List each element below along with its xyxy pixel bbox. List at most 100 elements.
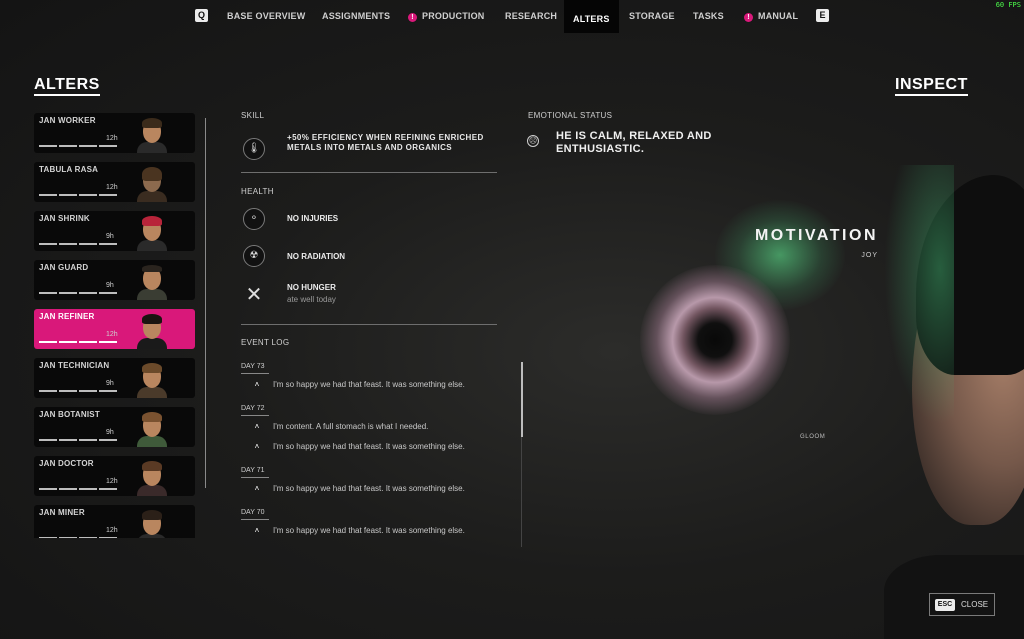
alter-card-jan-worker[interactable]: JAN WORKER 12h (34, 113, 195, 153)
alter-hours: 12h (106, 184, 118, 191)
skill-description: +50% EFFICIENCY WHEN REFINING ENRICHED M… (287, 133, 484, 152)
alter-hours: 12h (106, 135, 118, 142)
tab-assignments[interactable]: ASSIGNMENTS (322, 11, 390, 21)
emotional-status-label: EMOTIONAL STATUS (528, 111, 613, 120)
log-entry-text: I'm so happy we had that feast. It was s… (273, 380, 465, 389)
alter-card-jan-botanist[interactable]: JAN BOTANIST 9h (34, 407, 195, 447)
tab-label: RESEARCH (505, 11, 558, 21)
log-day-label: DAY 72 (241, 405, 269, 416)
alter-hours: 12h (106, 331, 118, 338)
tab-label: STORAGE (629, 11, 675, 21)
alter-hours: 9h (106, 233, 114, 240)
close-label: CLOSE (961, 600, 989, 609)
log-day-label: DAY 71 (241, 467, 269, 478)
alter-portrait (137, 264, 167, 300)
motivation-gloom-label: GLOOM (800, 434, 826, 440)
motivation-title: MOTIVATION (754, 227, 878, 244)
radiation-icon: ☢ (243, 245, 265, 267)
hunger-status: NO HUNGER (287, 283, 336, 292)
alter-name: JAN BOTANIST (39, 410, 100, 419)
face-icon: ☹ (527, 135, 539, 147)
log-entry-text: I'm content. A full stomach is what I ne… (273, 422, 429, 431)
alter-name: JAN SHRINK (39, 214, 90, 223)
tab-label: PRODUCTION (422, 11, 485, 21)
tab-manual[interactable]: ! MANUAL (744, 11, 798, 22)
alter-stat-bars (39, 243, 121, 246)
alter-name: JAN MINER (39, 508, 85, 517)
alter-stat-bars (39, 194, 121, 197)
divider (241, 324, 497, 325)
motivation-joy-label: JOY (861, 252, 878, 259)
log-entry[interactable]: ˄ I'm content. A full stomach is what I n… (241, 422, 499, 442)
alter-portrait (137, 313, 167, 349)
tab-label: ALTERS (573, 14, 610, 24)
log-day: DAY 70 (241, 504, 499, 526)
alter-name: JAN WORKER (39, 116, 96, 125)
alters-scrollbar[interactable] (205, 118, 206, 488)
alter-card-jan-guard[interactable]: JAN GUARD 9h (34, 260, 195, 300)
esc-key: ESC (935, 599, 955, 611)
health-label: HEALTH (241, 187, 274, 196)
alter-name: JAN TECHNICIAN (39, 361, 110, 370)
alter-stat-bars (39, 439, 121, 442)
chevron-up-icon: ˄ (254, 422, 260, 431)
alter-stat-bars (39, 292, 121, 295)
alter-name: JAN GUARD (39, 263, 89, 272)
alert-icon: ! (744, 13, 753, 22)
event-log-scrollbar[interactable] (521, 362, 523, 437)
log-entry[interactable]: ˄ I'm so happy we had that feast. It was … (241, 526, 499, 546)
alter-name: JAN DOCTOR (39, 459, 94, 468)
top-navigation: Q BASE OVERVIEW ASSIGNMENTS ! PRODUCTION … (0, 0, 1024, 33)
tab-label: TASKS (693, 11, 724, 21)
log-entry[interactable]: ˄ I'm so happy we had that feast. It was … (241, 484, 499, 504)
log-entry[interactable]: ˄ I'm so happy we had that feast. It was … (241, 442, 499, 462)
bandage-icon: ⚬ (243, 208, 265, 230)
alter-portrait (137, 460, 167, 496)
tab-label: BASE OVERVIEW (227, 11, 306, 21)
alter-card-jan-technician[interactable]: JAN TECHNICIAN 9h (34, 358, 195, 398)
tab-research[interactable]: RESEARCH (505, 11, 557, 21)
tab-alters[interactable]: ALTERS (564, 0, 619, 33)
tab-label: MANUAL (758, 11, 799, 21)
alter-hours: 9h (106, 380, 114, 387)
tab-production[interactable]: ! PRODUCTION (408, 11, 485, 22)
alter-hours: 12h (106, 478, 118, 485)
prev-tab-key[interactable]: Q (195, 9, 208, 22)
next-tab-key[interactable]: E (816, 9, 829, 22)
log-entry-text: I'm so happy we had that feast. It was s… (273, 484, 465, 493)
thermometer-icon: 🌡 (243, 138, 265, 160)
alter-stat-bars (39, 341, 121, 344)
alter-card-jan-shrink[interactable]: JAN SHRINK 9h (34, 211, 195, 251)
radiation-status: NO RADIATION (287, 252, 346, 261)
alter-card-tabula-rasa[interactable]: TABULA RASA 12h (34, 162, 195, 202)
alter-hours: 9h (106, 429, 114, 436)
alter-portrait (137, 411, 167, 447)
log-entry-text: I'm so happy we had that feast. It was s… (273, 526, 465, 535)
alter-stat-bars (39, 145, 121, 148)
tab-storage[interactable]: STORAGE (629, 11, 675, 21)
alter-card-jan-miner[interactable]: JAN MINER 12h (34, 505, 195, 538)
alter-card-jan-doctor[interactable]: JAN DOCTOR 12h (34, 456, 195, 496)
alter-portrait (137, 215, 167, 251)
alter-hours: 12h (106, 527, 118, 534)
alter-portrait (137, 509, 167, 538)
tab-tasks[interactable]: TASKS (693, 11, 724, 21)
close-button[interactable]: ESC CLOSE (929, 593, 995, 616)
log-entry[interactable]: ˄ I'm so happy we had that feast. It was … (241, 380, 499, 400)
alters-title: ALTERS (34, 77, 100, 96)
log-day-label: DAY 70 (241, 509, 269, 520)
tab-label: ASSIGNMENTS (322, 11, 391, 21)
alter-card-jan-refiner[interactable]: JAN REFINER 12h (34, 309, 195, 349)
alter-stat-bars (39, 488, 121, 491)
log-day: DAY 72 (241, 400, 499, 422)
alter-portrait (137, 166, 167, 202)
alter-name: TABULA RASA (39, 165, 99, 174)
chevron-up-icon: ˄ (254, 526, 260, 535)
alter-large-portrait (884, 165, 1024, 639)
alters-list[interactable]: JAN WORKER 12h TABULA RASA 12h JAN SHRIN… (34, 113, 195, 538)
tab-base-overview[interactable]: BASE OVERVIEW (227, 11, 305, 21)
fork-knife-icon: ✕ (245, 284, 263, 306)
inspect-title: INSPECT (895, 77, 968, 96)
event-log-list[interactable]: DAY 73 ˄ I'm so happy we had that feast. … (241, 358, 499, 548)
event-log-label: EVENT LOG (241, 338, 290, 347)
